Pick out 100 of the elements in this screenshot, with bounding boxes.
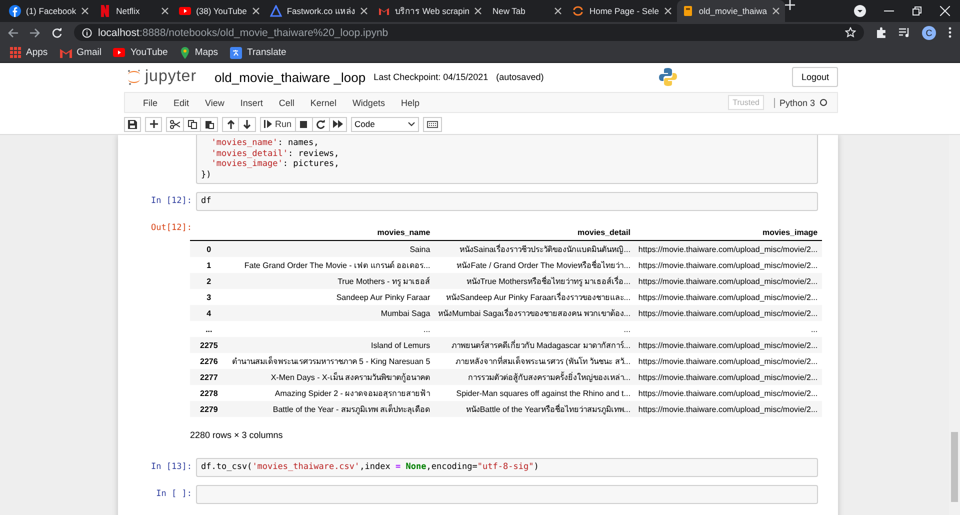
browser-tab[interactable]: old_movie_thaiwa: [676, 0, 785, 22]
arrow-down-icon: [243, 120, 251, 128]
paste-button[interactable]: [201, 116, 218, 132]
floppy-icon: [128, 120, 137, 128]
table-cell: https://movie.thaiware.com/upload_misc/movie/2...: [634, 273, 822, 289]
cut-button[interactable]: [166, 116, 184, 132]
table-cell: https://movie.thaiware.com/upload_misc/movie/2...: [634, 305, 822, 321]
row-index: ...: [190, 321, 228, 337]
kernel-name: Python 3: [774, 98, 815, 108]
close-icon[interactable]: [252, 7, 260, 15]
code-cell[interactable]: 'movies_name': names, 'movies_detail': reviews, 'movies_image': pictures, }): [196, 135, 818, 184]
run-button[interactable]: Run: [260, 116, 296, 132]
close-icon[interactable]: [772, 7, 780, 15]
table-cell: https://movie.thaiware.com/upload_misc/movie/2...: [634, 401, 822, 417]
table-cell: Fate Grand Order The Movie - เฟต แกรนด์ ออเดอร...: [228, 257, 434, 273]
notebook-title[interactable]: old_movie_thaiware _loop: [214, 70, 366, 84]
forward-icon[interactable]: [30, 28, 40, 38]
play-icon: [113, 48, 126, 58]
add-cell-button[interactable]: [145, 116, 162, 132]
bookmark[interactable]: Apps: [10, 47, 48, 58]
table-cell: ...: [228, 321, 434, 337]
save-button[interactable]: [124, 116, 141, 132]
menu-item[interactable]: View: [197, 98, 232, 108]
browser-tab[interactable]: บริการ Web scrapin: [373, 0, 488, 22]
close-icon[interactable]: [161, 7, 170, 15]
table-cell: https://movie.thaiware.com/upload_misc/movie/2...: [634, 353, 822, 369]
plus-icon[interactable]: [784, 0, 795, 10]
ring-icon: [572, 5, 584, 17]
table-cell: Sandeep Aur Pinky Faraar: [228, 289, 434, 305]
pin-icon: [180, 46, 190, 58]
logout-button[interactable]: Logout: [792, 67, 838, 87]
back-icon[interactable]: [8, 28, 18, 38]
fast-forward-button[interactable]: [330, 116, 347, 132]
browser-tab[interactable]: New Tab: [487, 0, 568, 22]
table-cell: หนังMumbai Sagaเรื่องราวของชายสองคน พวกเขาต้อง...: [434, 305, 634, 321]
grid-icon: [10, 47, 21, 58]
menu-item[interactable]: Kernel: [302, 98, 344, 108]
menu-item[interactable]: Help: [392, 98, 428, 108]
clipboard-icon: [204, 120, 214, 128]
table-cell: หนังBattle of the Yearหรือชื่อไทยว่าสมรภูมิเทพ...: [434, 401, 634, 417]
table-cell: https://movie.thaiware.com/upload_misc/movie/2...: [634, 385, 822, 401]
browser-tab[interactable]: Fastwork.co แหล่ง: [264, 0, 374, 22]
bookmark[interactable]: YouTube: [113, 47, 168, 58]
bookmark[interactable]: Maps: [180, 46, 218, 58]
close-icon[interactable]: [81, 7, 90, 15]
puzzle-icon[interactable]: [876, 27, 887, 38]
close-icon[interactable]: [554, 7, 562, 15]
address-bar[interactable]: localhost:8888/notebooks/old_movie_thaiware%20_loop.ipynb: [74, 24, 864, 41]
close-icon[interactable]: [664, 7, 672, 15]
stop-button[interactable]: [296, 116, 313, 132]
close-icon[interactable]: [360, 7, 368, 15]
cell-type-dropdown[interactable]: Code: [350, 116, 419, 132]
input-prompt: In [13]:: [151, 462, 192, 472]
logo-text: jupyter: [145, 68, 197, 86]
bookmark[interactable]: Translate: [230, 46, 286, 58]
table-cell: Battle of the Year - สมรภูมิเทพ สเต็ปทะลุเดือด: [228, 401, 434, 417]
browser-tab[interactable]: (1) Facebook: [4, 0, 94, 22]
menu-item[interactable]: Edit: [166, 98, 198, 108]
save-status: (autosaved): [496, 72, 544, 82]
output-prompt: Out[12]:: [151, 223, 192, 233]
table-cell: ภาพยนตร์สารคดีเกี่ยวกับ Madagascar มาดากัสการ์...: [434, 337, 634, 353]
table-cell: หนังSandeep Aur Pinky Faraarเรื่องราวของชายและ...: [434, 289, 634, 305]
code-cell[interactable]: [196, 485, 818, 504]
menu-item[interactable]: Widgets: [344, 98, 393, 108]
reload-icon[interactable]: [52, 28, 62, 38]
row-index: 0: [190, 240, 228, 257]
input-prompt: In [12]:: [151, 196, 192, 206]
code-cell[interactable]: df: [196, 192, 818, 211]
menu-icon[interactable]: [948, 27, 952, 38]
menu-item[interactable]: File: [135, 98, 166, 108]
browser-tab[interactable]: Netflix: [94, 0, 174, 22]
profile-avatar[interactable]: C: [922, 26, 936, 40]
table-cell: หนังTrue Mothersหรือชื่อไทยว่าทรู มาเธอส์เรื่อ...: [434, 273, 634, 289]
table-cell: https://movie.thaiware.com/upload_misc/movie/2...: [634, 369, 822, 385]
bookmark[interactable]: Gmail: [60, 47, 102, 58]
move-down-button[interactable]: [239, 116, 256, 132]
menu-item[interactable]: Cell: [270, 98, 302, 108]
dropdown-icon[interactable]: [854, 5, 866, 17]
browser-tab[interactable]: Home Page - Sele: [567, 0, 677, 22]
row-index: 3: [190, 289, 228, 305]
keyboard-icon: [426, 120, 438, 128]
table-cell: Mumbai Saga: [228, 305, 434, 321]
circle-icon: [9, 5, 21, 17]
browser-tab[interactable]: (38) YouTube: [174, 0, 265, 22]
row-index: 2277: [190, 369, 228, 385]
close-icon[interactable]: [474, 7, 482, 15]
star-icon[interactable]: [845, 27, 856, 38]
table-cell: Spider-Man squares off against the Rhino and t...: [434, 385, 634, 401]
menu-item[interactable]: Insert: [232, 98, 271, 108]
copy-button[interactable]: [184, 116, 201, 132]
stop-icon: [300, 120, 308, 128]
keyboard-button[interactable]: [422, 116, 442, 132]
table-cell: ตำนานสมเด็จพระนเรศวรมหาราชภาค 5 - King Naresuan 5: [228, 353, 434, 369]
plus-icon: [150, 120, 158, 128]
maximize-icon[interactable]: [912, 6, 922, 16]
code-cell[interactable]: df.to_csv('movies_thaiware.csv',index = None,encoding="utf-8-sig"): [196, 458, 818, 477]
restart-button[interactable]: [312, 116, 330, 132]
playlist-icon[interactable]: [899, 27, 910, 38]
table-cell: X-Men Days - X-เม็น สงครามวันพิฆาตกู้อนาคต: [228, 369, 434, 385]
move-up-button[interactable]: [222, 116, 239, 132]
